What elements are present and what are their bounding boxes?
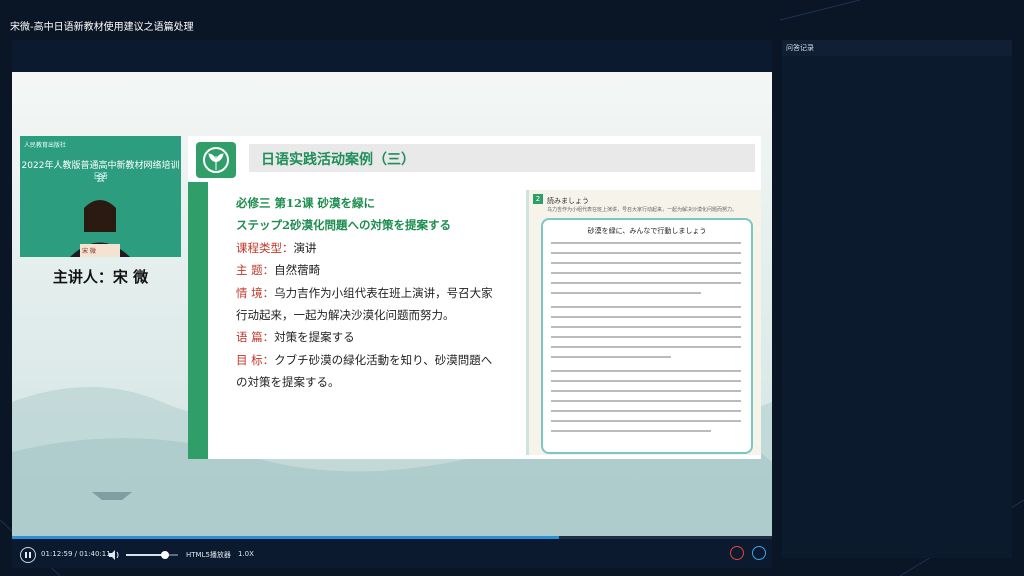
- theme-label: 主 题：: [236, 263, 275, 278]
- text-type-label: 语 篇：: [236, 330, 275, 345]
- goal-value: クブチ砂漠の緑化活動を知り、砂漠問題への対策を提案する。: [236, 352, 493, 390]
- page-intro: 乌力吉作为小组代表在班上演讲，号召大家行动起来，一起为解决沙漠化问题而努力。: [547, 207, 738, 213]
- qa-panel: 问答记录: [782, 40, 1012, 558]
- presenter-camera: 人民教育出版社 2022年人教版普通高中新教材网络培训会 日语 宋 微: [20, 136, 181, 257]
- text-line: [551, 306, 741, 308]
- text-line: [551, 356, 671, 358]
- text-line: [551, 272, 741, 274]
- text-line: [551, 326, 741, 328]
- qa-panel-title: 问答记录: [782, 40, 1012, 56]
- course-type-value: 演讲: [293, 240, 317, 255]
- volume-fill: [126, 554, 165, 556]
- step-line: ステップ2砂漠化問題への対策を提案する: [236, 218, 451, 233]
- text-line: [551, 316, 741, 318]
- text-line: [551, 282, 741, 284]
- section-title: 読みましょう: [547, 197, 589, 205]
- text-line: [551, 430, 711, 432]
- context-value: 乌力吉作为小组代表在班上演讲，号召大家行动起来，一起为解决沙漠化问题而努力。: [236, 285, 493, 323]
- text-line: [551, 420, 741, 422]
- nameplate: 宋 微: [82, 248, 96, 255]
- text-line: [551, 410, 741, 412]
- player-controls: 01:12:59 / 01:40:11 HTML5播放器 1.0X: [12, 536, 772, 568]
- slide-content: 必修三 第12课 砂漠を緑に ステップ2砂漠化問題への対策を提案する 课程类型：…: [236, 192, 496, 394]
- pause-button[interactable]: [20, 547, 36, 563]
- volume-knob[interactable]: [161, 551, 169, 559]
- section-number: 2: [533, 194, 543, 204]
- slide-accent-bar: [188, 182, 208, 459]
- progress-fill: [12, 536, 560, 539]
- text-line: [551, 336, 741, 338]
- text-line: [551, 252, 741, 254]
- text-type-value: 対策を提案する: [274, 330, 355, 345]
- settings-icon[interactable]: [752, 546, 766, 560]
- volume-icon[interactable]: [108, 549, 120, 561]
- text-line: [551, 400, 741, 402]
- video-frame[interactable]: 人民教育出版社 2022年人教版普通高中新教材网络培训会 日语 宋 微 主讲人：…: [12, 72, 772, 536]
- text-line: [551, 262, 741, 264]
- text-line: [551, 370, 741, 372]
- window-title: 宋微-高中日语新教材使用建议之语篇处理: [10, 22, 194, 33]
- presenter-label: 主讲人：宋 微: [52, 268, 149, 286]
- textbook-page: 2 読みましょう 乌力吉作为小组代表在班上演讲，号召大家行动起来，一起为解决沙漠…: [526, 190, 761, 455]
- course-type-label: 课程类型：: [236, 240, 294, 255]
- slide-header: 日语实践活动案例（三）: [249, 144, 755, 172]
- presenter-figure: [70, 200, 130, 257]
- theme-value: 自然蓿畸: [274, 263, 321, 278]
- text-line: [551, 390, 741, 392]
- text-line: [551, 292, 701, 294]
- goal-label: 目 标：: [236, 352, 275, 367]
- record-icon[interactable]: [730, 546, 744, 560]
- progress-bar[interactable]: [12, 536, 772, 539]
- time-display: 01:12:59 / 01:40:11: [41, 550, 111, 558]
- text-line: [551, 380, 741, 382]
- slide-title: 日语实践活动案例（三）: [261, 152, 415, 168]
- playback-speed-button[interactable]: 1.0X: [238, 550, 254, 558]
- leaf-logo-icon: [196, 142, 236, 178]
- context-label: 情 境：: [236, 285, 275, 300]
- video-player[interactable]: 人民教育出版社 2022年人教版普通高中新教材网络培训会 日语 宋 微 主讲人：…: [12, 40, 772, 568]
- lesson-slide: 日语实践活动案例（三） 必修三 第12课 砂漠を緑に ステップ2砂漠化問題への対…: [188, 136, 761, 459]
- reading-box: 砂漠を緑に、みんなで行動しましょう: [541, 218, 753, 454]
- volume-slider[interactable]: [126, 551, 178, 559]
- text-line: [551, 346, 741, 348]
- player-type-button[interactable]: HTML5播放器: [186, 550, 231, 560]
- text-line: [551, 242, 741, 244]
- lesson-line: 必修三 第12课 砂漠を緑に: [236, 196, 376, 210]
- reading-title: 砂漠を緑に、みんなで行動しましょう: [587, 227, 707, 235]
